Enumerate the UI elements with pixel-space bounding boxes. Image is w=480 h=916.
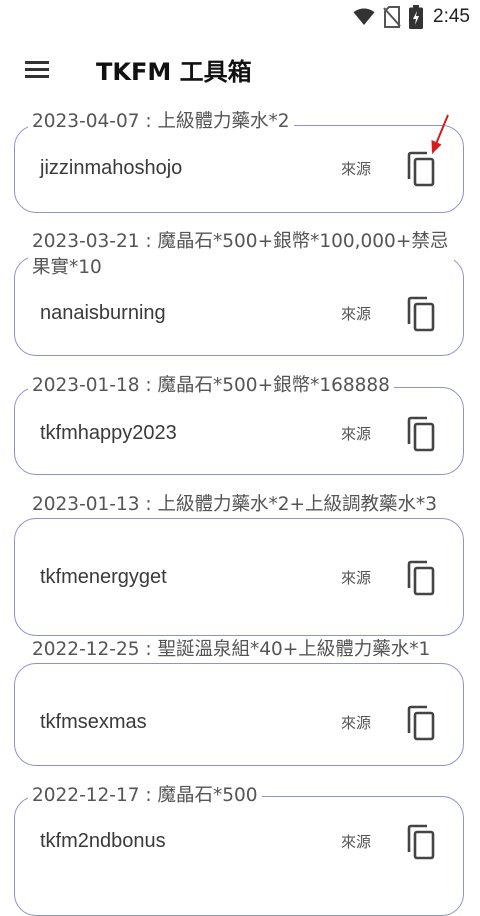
copy-icon[interactable] bbox=[404, 151, 438, 187]
source-link[interactable]: 來源 bbox=[341, 158, 371, 179]
source-link[interactable]: 來源 bbox=[341, 423, 371, 444]
code-text: tkfmenergyget bbox=[40, 566, 167, 588]
source-link[interactable]: 來源 bbox=[341, 831, 371, 852]
code-title: 2022-12-25 : 聖誕溫泉組*40+上級體力藥水*1 bbox=[28, 637, 435, 663]
app-bar: TKFM 工具箱 bbox=[0, 40, 480, 98]
status-icons: 2:45 bbox=[353, 5, 470, 29]
code-text: tkfmhappy2023 bbox=[40, 422, 177, 444]
source-link[interactable]: 來源 bbox=[341, 712, 371, 733]
code-text: jizzinmahoshojo bbox=[40, 157, 183, 179]
copy-icon[interactable] bbox=[404, 560, 438, 596]
copy-icon[interactable] bbox=[404, 416, 438, 452]
wifi-icon bbox=[353, 8, 375, 25]
no-sim-icon bbox=[383, 6, 401, 28]
status-time: 2:45 bbox=[433, 6, 470, 27]
copy-icon[interactable] bbox=[404, 824, 438, 860]
hamburger-menu-icon[interactable] bbox=[22, 56, 52, 82]
source-link[interactable]: 來源 bbox=[341, 303, 371, 324]
copy-icon[interactable] bbox=[404, 296, 438, 332]
copy-icon[interactable] bbox=[404, 705, 438, 741]
code-title: 2023-01-18 : 魔晶石*500+銀幣*168888 bbox=[28, 373, 394, 399]
code-title: 2023-03-21 : 魔晶石*500+銀幣*100,000+禁忌果實*10 bbox=[28, 229, 454, 281]
code-text: nanaisburning bbox=[40, 302, 166, 324]
code-text: tkfm2ndbonus bbox=[40, 830, 166, 852]
code-title: 2023-01-13 : 上級體力藥水*2+上級調教藥水*3 bbox=[28, 492, 442, 518]
status-bar: 2:45 bbox=[0, 0, 480, 34]
code-title: 2022-12-17 : 魔晶石*500 bbox=[28, 783, 262, 809]
source-link[interactable]: 來源 bbox=[341, 567, 371, 588]
app-title: TKFM 工具箱 bbox=[96, 58, 252, 86]
code-card bbox=[14, 796, 464, 916]
code-title: 2023-04-07 : 上級體力藥水*2 bbox=[28, 109, 294, 135]
battery-charging-icon bbox=[409, 5, 424, 29]
code-text: tkfmsexmas bbox=[40, 711, 147, 733]
